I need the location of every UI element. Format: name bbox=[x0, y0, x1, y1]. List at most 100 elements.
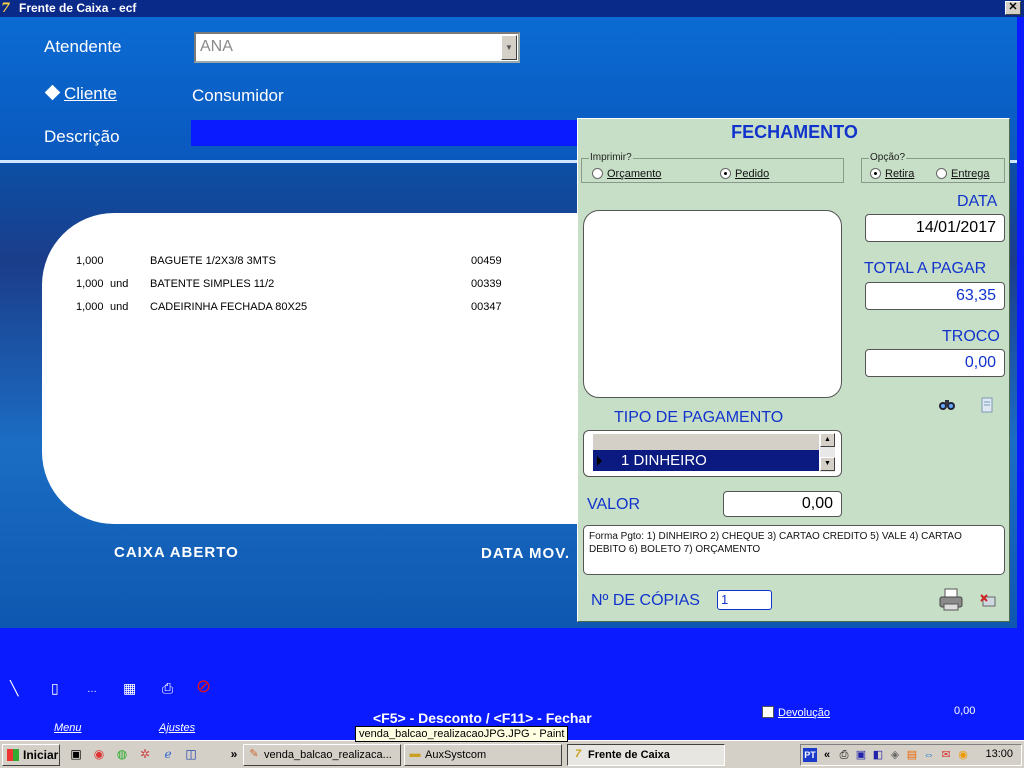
item-qty: 1,000 bbox=[76, 301, 104, 313]
chevron-down-icon[interactable]: ▼ bbox=[501, 35, 517, 60]
window-title: Frente de Caixa - ecf bbox=[19, 1, 137, 15]
atendente-select[interactable]: ANA ▼ bbox=[194, 32, 520, 63]
language-indicator[interactable]: PT bbox=[803, 748, 817, 762]
troco-label: TROCO bbox=[942, 328, 1000, 345]
taskbar-tooltip: venda_balcao_realizacaoJPG.JPG - Paint bbox=[355, 726, 569, 742]
observacoes-textarea[interactable] bbox=[583, 210, 842, 398]
task-paint[interactable]: ✎ venda_balcao_realizaca... bbox=[243, 744, 401, 766]
document-icon bbox=[981, 397, 993, 413]
atendente-label: Atendente bbox=[44, 37, 122, 56]
printer-icon bbox=[939, 588, 963, 611]
desktop-icon[interactable]: ▣ bbox=[68, 746, 84, 762]
app-icon[interactable]: ▤ bbox=[905, 748, 919, 762]
valor-label: VALOR bbox=[587, 496, 641, 513]
imprimir-group: Imprimir? Orçamento Pedido bbox=[581, 152, 844, 183]
task-auxsystcom[interactable]: ▬ AuxSystcom bbox=[404, 744, 562, 766]
devolucao-label: Devolução bbox=[778, 707, 830, 719]
copias-input[interactable]: 1 bbox=[717, 590, 772, 610]
paint-icon: ✎ bbox=[249, 748, 259, 760]
pointer-icon[interactable]: ╲ bbox=[10, 680, 18, 696]
network-icon[interactable]: ✲ bbox=[137, 746, 153, 762]
item-qty: 1,000 bbox=[76, 255, 104, 267]
print-button[interactable] bbox=[938, 588, 964, 617]
tipo-pagamento-label: TIPO DE PAGAMENTO bbox=[614, 409, 784, 426]
calculator-icon[interactable]: ▦ bbox=[123, 680, 136, 696]
descricao-input[interactable] bbox=[191, 120, 581, 146]
opcao-title: Opção? bbox=[869, 152, 907, 164]
app-icon[interactable]: ◍ bbox=[114, 746, 130, 762]
item-description: CADEIRINHA FECHADA 80X25 bbox=[150, 301, 308, 313]
cancel-button[interactable] bbox=[980, 594, 998, 613]
item-code: 00459 bbox=[471, 255, 502, 267]
search-client-button[interactable] bbox=[938, 396, 956, 417]
copias-label: Nº DE CÓPIAS bbox=[591, 592, 700, 609]
list-header bbox=[593, 434, 819, 450]
radio-circle-checked bbox=[720, 168, 731, 179]
total-field: 63,35 bbox=[865, 282, 1005, 310]
item-unit: und bbox=[110, 278, 129, 290]
chrome-icon[interactable]: ◉ bbox=[91, 746, 107, 762]
teamviewer-icon[interactable]: ⇔ bbox=[922, 748, 936, 762]
clock: 13:00 bbox=[985, 748, 1013, 760]
tipo-pagamento-selected[interactable]: 1 DINHEIRO bbox=[593, 450, 819, 471]
document-button[interactable] bbox=[980, 397, 994, 418]
radio-label: Retira bbox=[885, 168, 915, 180]
start-label: Iniciar bbox=[23, 748, 59, 762]
radio-label: Pedido bbox=[735, 168, 770, 180]
dropbox-icon[interactable]: ◈ bbox=[888, 748, 902, 762]
data-label: DATA bbox=[957, 193, 998, 210]
binoculars-icon bbox=[939, 400, 955, 410]
printer-icon[interactable]: ⎙ bbox=[162, 680, 173, 696]
item-unit: und bbox=[110, 301, 129, 313]
start-button[interactable]: Iniciar bbox=[2, 744, 60, 766]
radio-circle bbox=[936, 168, 947, 179]
tipo-pagamento-list[interactable]: 1 DINHEIRO ▲ ▼ bbox=[583, 430, 842, 477]
total-label: TOTAL A PAGAR bbox=[864, 260, 987, 277]
app-logo-icon: 7 bbox=[574, 748, 582, 760]
monitor-icon[interactable]: ▣ bbox=[854, 748, 868, 762]
item-code: 00339 bbox=[471, 278, 502, 290]
cancel-icon bbox=[980, 594, 996, 607]
cliente-link[interactable]: Cliente bbox=[44, 84, 117, 104]
radio-circle bbox=[592, 168, 603, 179]
row-pointer-icon bbox=[597, 456, 602, 466]
scroll-up-icon[interactable]: ▲ bbox=[820, 433, 835, 447]
security-icon[interactable]: ◉ bbox=[956, 748, 970, 762]
scroll-down-icon[interactable]: ▼ bbox=[820, 457, 835, 471]
item-description: BAGUETE 1/2X3/8 3MTS bbox=[150, 255, 276, 267]
close-window-button[interactable]: ✕ bbox=[1005, 1, 1021, 15]
dialog-title: FECHAMENTO bbox=[731, 122, 858, 142]
radio-retira[interactable]: Retira bbox=[870, 168, 914, 180]
ajustes-button[interactable]: Ajustes bbox=[159, 722, 195, 734]
printer-icon[interactable]: ⎙ bbox=[837, 748, 851, 762]
windows-logo-icon bbox=[7, 749, 19, 761]
bottom-toolbar: ╲ ▯ … ▦ ⎙ ⊘ Menu Ajustes <F5> - Desconto… bbox=[0, 628, 1024, 740]
valor-field[interactable]: 0,00 bbox=[723, 491, 842, 517]
new-document-icon[interactable]: ▯ bbox=[51, 680, 59, 696]
cliente-label: Cliente bbox=[64, 84, 117, 103]
task-frente-caixa[interactable]: 7 Frente de Caixa bbox=[567, 744, 725, 766]
outlook-icon[interactable]: ◫ bbox=[183, 746, 199, 762]
menu-button[interactable]: Menu bbox=[54, 722, 82, 734]
chevron-left-icon[interactable]: « bbox=[820, 748, 834, 762]
data-field[interactable]: 14/01/2017 bbox=[865, 214, 1005, 242]
window-icon[interactable]: ◧ bbox=[871, 748, 885, 762]
radio-pedido[interactable]: Pedido bbox=[720, 168, 769, 180]
fechamento-dialog: FECHAMENTO Imprimir? Orçamento Pedido Op… bbox=[577, 118, 1010, 622]
ie-icon[interactable]: ℯ bbox=[160, 746, 176, 762]
devolucao-value: 0,00 bbox=[954, 705, 976, 717]
opcao-group: Opção? Retira Entrega bbox=[861, 152, 1005, 183]
shortcut-hint: <F5> - Desconto / <F11> - Fechar bbox=[373, 710, 592, 726]
list-scrollbar[interactable]: ▲ ▼ bbox=[820, 433, 835, 472]
items-list bbox=[42, 213, 602, 524]
task-label: Frente de Caixa bbox=[588, 749, 670, 761]
mail-icon[interactable]: ✉ bbox=[939, 748, 953, 762]
stop-icon[interactable]: ⊘ bbox=[196, 677, 211, 695]
ellipsis-icon[interactable]: … bbox=[87, 682, 97, 698]
radio-orcamento[interactable]: Orçamento bbox=[592, 168, 661, 180]
chevron-right-icon[interactable]: » bbox=[226, 746, 242, 762]
radio-entrega[interactable]: Entrega bbox=[936, 168, 990, 180]
task-label: AuxSystcom bbox=[425, 749, 487, 761]
devolucao-checkbox[interactable]: Devolução bbox=[762, 706, 830, 719]
cliente-icon bbox=[44, 84, 61, 101]
